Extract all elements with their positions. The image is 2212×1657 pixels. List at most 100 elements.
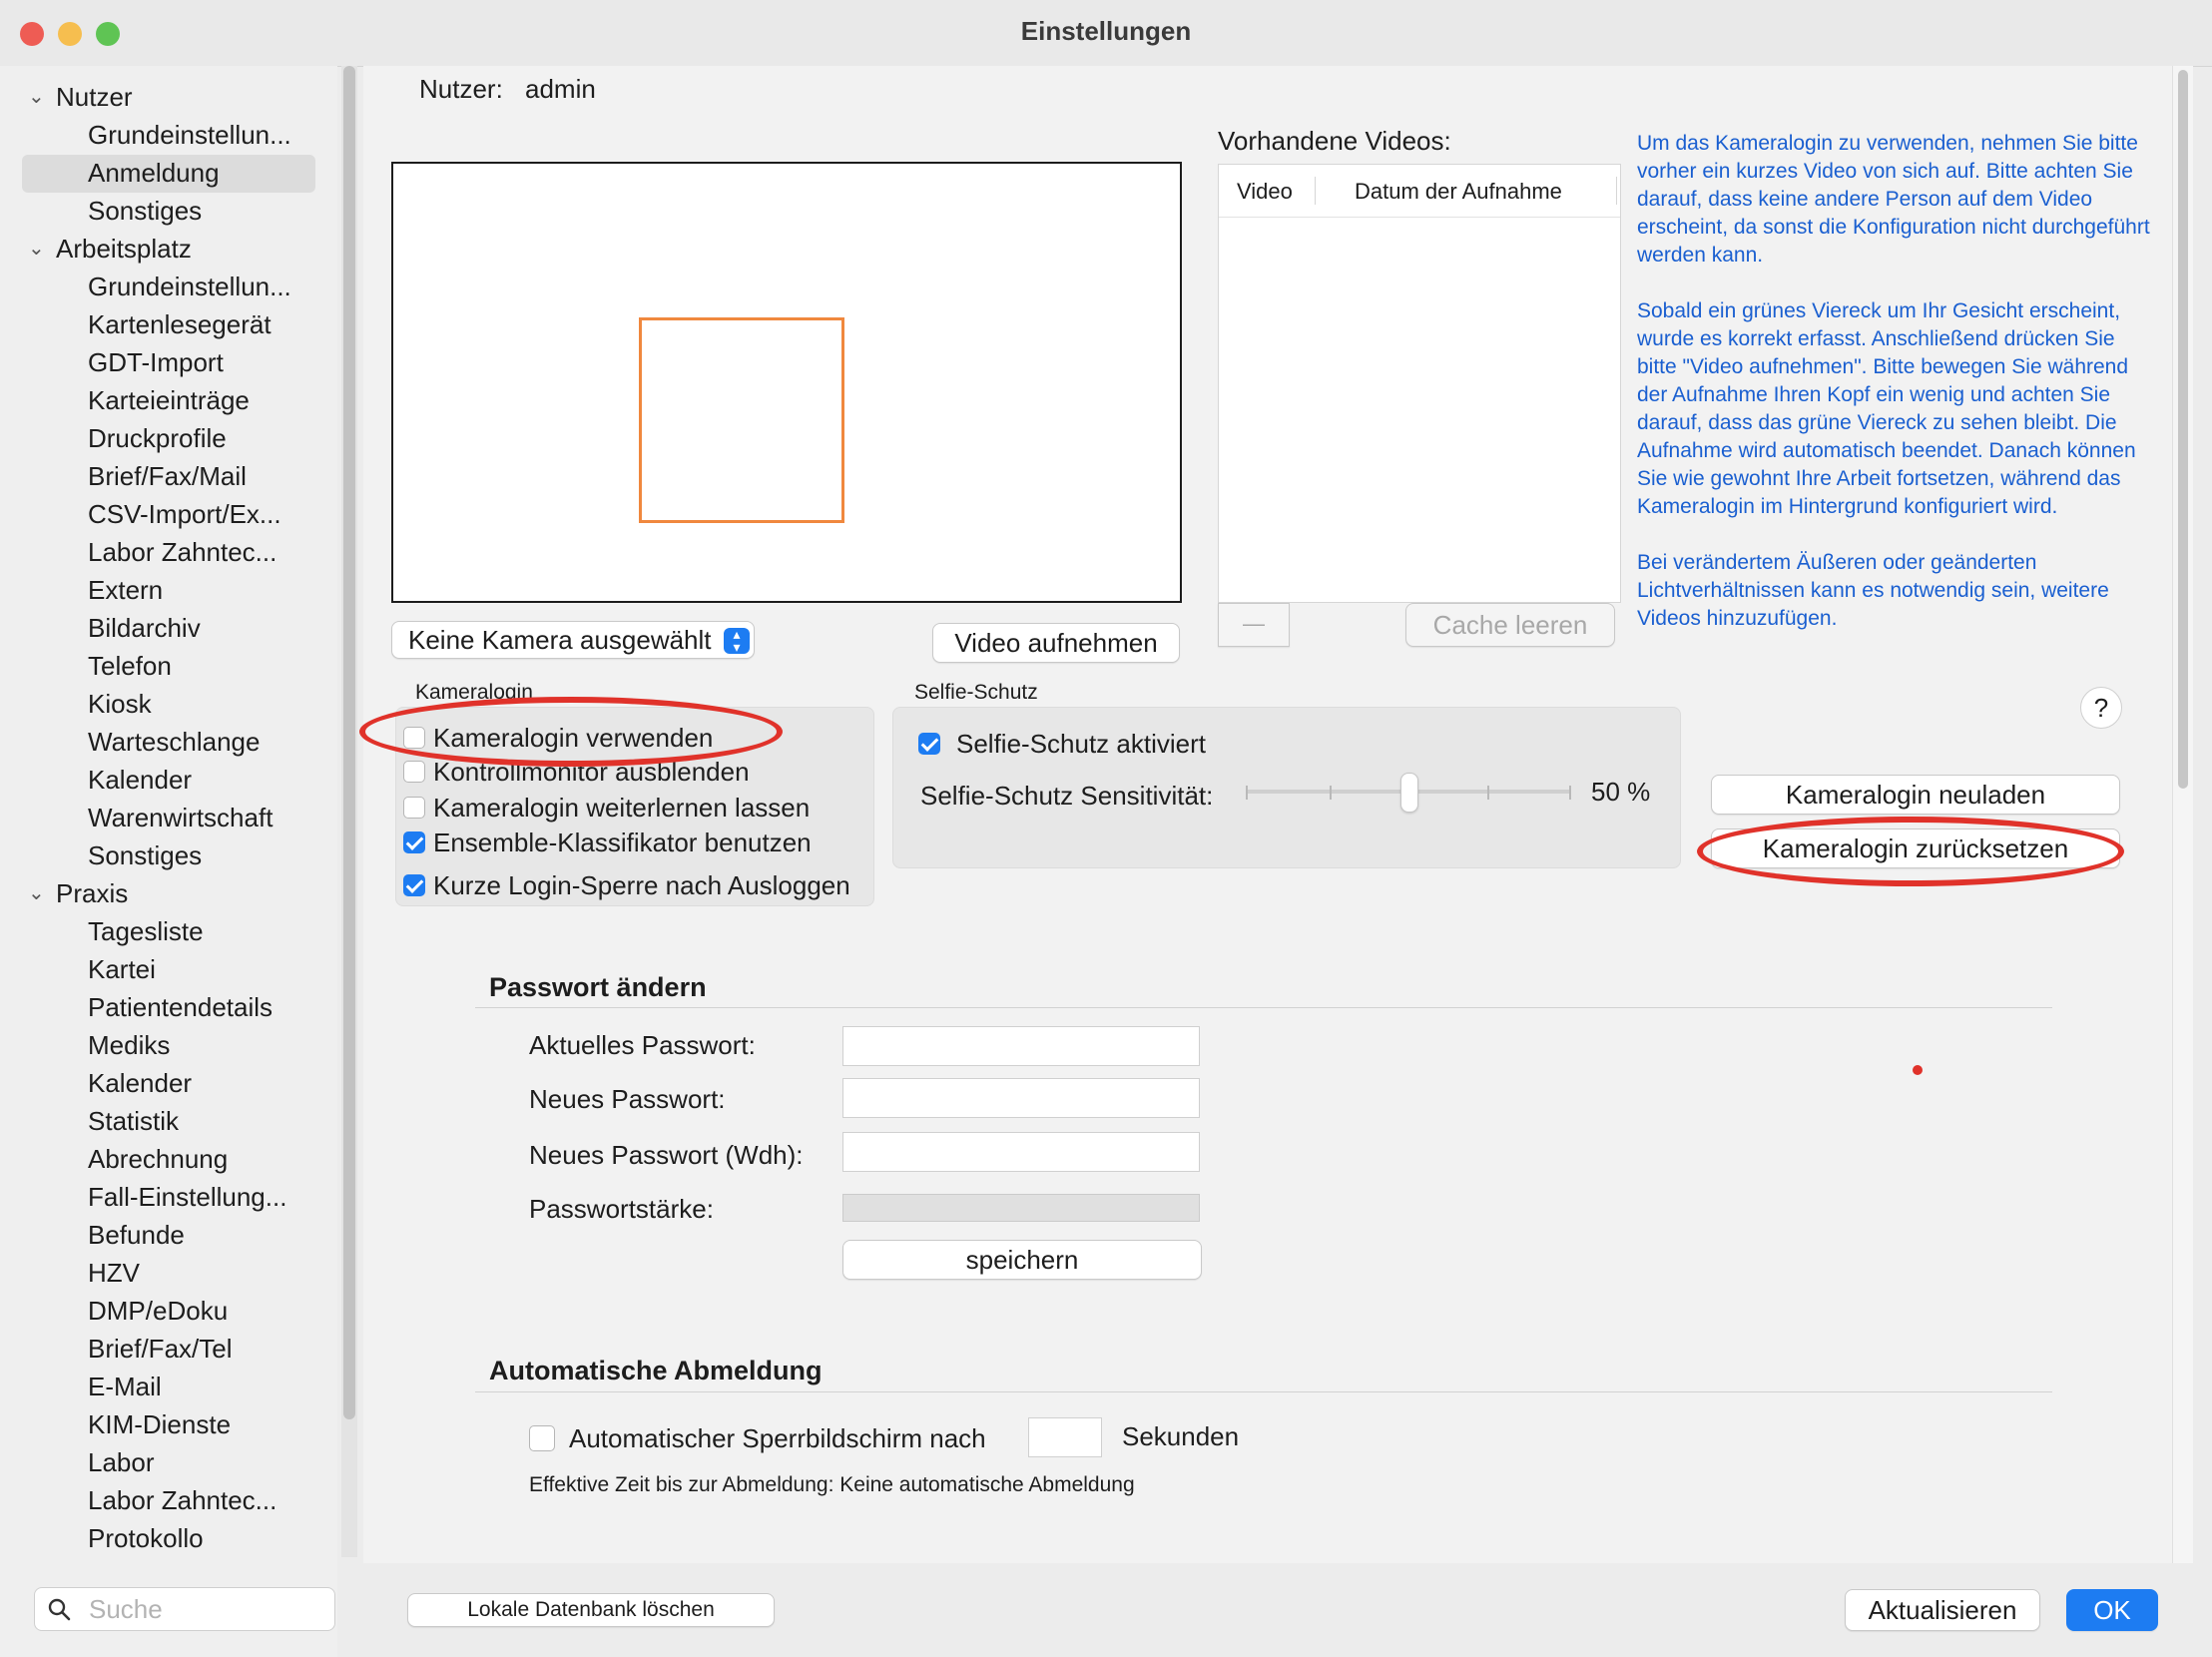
kameralogin-option-label: Kurze Login-Sperre nach Ausloggen [433, 870, 850, 900]
chevron-down-icon[interactable]: ⌄ [28, 236, 45, 261]
content-scrollbar-thumb[interactable] [2178, 70, 2188, 789]
sidebar-item[interactable]: Grundeinstellun... [88, 120, 291, 151]
sidebar-item[interactable]: Extern [88, 575, 163, 606]
kameralogin-option-checkbox[interactable] [403, 761, 425, 783]
record-video-button[interactable]: Video aufnehmen [932, 623, 1180, 663]
videos-table[interactable]: Video Datum der Aufnahme [1218, 164, 1621, 603]
sidebar-item[interactable]: Kalender [88, 765, 192, 796]
sidebar-section[interactable]: Arbeitsplatz [56, 234, 192, 265]
password-strength-bar [842, 1194, 1200, 1222]
auto-lock-checkbox[interactable] [529, 1425, 555, 1451]
sidebar-item[interactable]: Tagesliste [88, 916, 204, 947]
reload-kameralogin-button[interactable]: Kameralogin neuladen [1711, 775, 2120, 815]
sidebar-item[interactable]: Statistik [88, 1106, 179, 1137]
delete-local-db-button[interactable]: Lokale Datenbank löschen [407, 1593, 775, 1627]
selfie-enabled-label: Selfie-Schutz aktiviert [956, 729, 1206, 759]
sidebar-scrollbar-thumb[interactable] [343, 66, 355, 1419]
sidebar-section[interactable]: Praxis [56, 878, 128, 909]
camera-preview [391, 162, 1182, 603]
sidebar-item[interactable]: Kartei [88, 954, 156, 985]
sidebar-item[interactable]: DMP/eDoku [88, 1296, 228, 1327]
instructions-paragraph: Bei verändertem Äußeren oder geänderten … [1637, 551, 2109, 630]
password-section-title: Passwort ändern [489, 972, 707, 1002]
kameralogin-option-checkbox[interactable] [403, 831, 425, 853]
camera-select[interactable]: Keine Kamera ausgewählt ▴ ▾ [391, 621, 755, 659]
sidebar-item[interactable]: Labor [88, 1447, 155, 1478]
camera-select-value: Keine Kamera ausgewählt [408, 625, 712, 655]
sidebar-item[interactable]: Abrechnung [88, 1144, 228, 1175]
sidebar-item[interactable]: Warenwirtschaft [88, 803, 273, 833]
save-password-button[interactable]: speichern [842, 1240, 1202, 1280]
column-divider [1315, 177, 1316, 205]
selfie-sensitivity-label: Selfie-Schutz Sensitivität: [920, 781, 1214, 811]
chevron-down-icon[interactable]: ⌄ [28, 84, 45, 109]
sidebar-item[interactable]: Befunde [88, 1220, 185, 1251]
selfie-group-title: Selfie-Schutz [914, 681, 1038, 704]
sidebar-item[interactable]: Mediks [88, 1030, 170, 1061]
sidebar-section[interactable]: Nutzer [56, 82, 133, 113]
videos-title: Vorhandene Videos: [1218, 126, 1451, 156]
annotation-circle [1697, 817, 2124, 886]
slider-tick [1487, 786, 1489, 800]
sidebar-item[interactable]: Karteieinträge [88, 385, 250, 416]
sidebar-item[interactable]: CSV-Import/Ex... [88, 499, 281, 530]
sidebar-item[interactable]: Sonstiges [88, 840, 202, 871]
new-password-label: Neues Passwort: [529, 1084, 726, 1114]
column-divider [1616, 177, 1617, 205]
kameralogin-option-label: Ensemble-Klassifikator benutzen [433, 828, 812, 857]
sidebar-item[interactable]: Anmeldung [88, 158, 220, 189]
column-header-date[interactable]: Datum der Aufnahme [1355, 179, 1562, 205]
selfie-sensitivity-knob[interactable] [1400, 773, 1418, 813]
sidebar-item[interactable]: Brief/Fax/Tel [88, 1334, 233, 1365]
slider-tick [1569, 786, 1571, 800]
sidebar-item[interactable]: Brief/Fax/Mail [88, 461, 247, 492]
sidebar-item[interactable]: Labor Zahntec... [88, 1485, 276, 1516]
sidebar-item[interactable]: Patientendetails [88, 992, 273, 1023]
sidebar-search-field[interactable]: Suche [34, 1587, 335, 1631]
sidebar-item[interactable]: E-Mail [88, 1372, 162, 1402]
auto-lock-effective-time: Effektive Zeit bis zur Abmeldung: Keine … [529, 1473, 1135, 1496]
auto-lock-unit: Sekunden [1122, 1421, 1240, 1451]
refresh-button[interactable]: Aktualisieren [1845, 1589, 2040, 1631]
sidebar-item[interactable]: Grundeinstellun... [88, 272, 291, 302]
annotation-circle [359, 697, 783, 767]
remove-video-button[interactable]: — [1218, 603, 1290, 647]
sidebar-item[interactable]: Protokollo [88, 1523, 204, 1554]
sidebar-item[interactable]: Kalender [88, 1068, 192, 1099]
sidebar-item[interactable]: Kartenlesegerät [88, 309, 272, 340]
repeat-password-label: Neues Passwort (Wdh): [529, 1140, 804, 1170]
clear-cache-button[interactable]: Cache leeren [1405, 603, 1615, 647]
new-password-field[interactable] [842, 1078, 1200, 1118]
current-password-label: Aktuelles Passwort: [529, 1030, 756, 1060]
chevron-down-icon[interactable]: ⌄ [28, 880, 45, 905]
kameralogin-option-checkbox[interactable] [403, 874, 425, 896]
user-label: Nutzer: [419, 74, 503, 104]
selfie-sensitivity-value: 50 % [1591, 777, 1651, 807]
section-divider [475, 1391, 2052, 1392]
help-button[interactable]: ? [2080, 687, 2122, 729]
sidebar-item[interactable]: Telefon [88, 651, 172, 682]
ok-button[interactable]: OK [2066, 1589, 2158, 1631]
sidebar-item[interactable]: Bildarchiv [88, 613, 201, 644]
sidebar-item[interactable]: Labor Zahntec... [88, 537, 276, 568]
auto-logout-section-title: Automatische Abmeldung [489, 1356, 823, 1385]
sidebar-item[interactable]: KIM-Dienste [88, 1409, 231, 1440]
sidebar-item[interactable]: GDT-Import [88, 347, 224, 378]
auto-lock-seconds-field[interactable] [1028, 1417, 1102, 1457]
sidebar-item[interactable]: Druckprofile [88, 423, 227, 454]
sidebar-item[interactable]: Fall-Einstellung... [88, 1182, 286, 1213]
annotation-dot [1913, 1065, 1923, 1075]
window-title: Einstellungen [1020, 16, 1192, 46]
kameralogin-option-checkbox[interactable] [403, 797, 425, 819]
repeat-password-field[interactable] [842, 1132, 1200, 1172]
sidebar-item[interactable]: HZV [88, 1258, 140, 1289]
sidebar-item[interactable]: Kiosk [88, 689, 152, 720]
sidebar-item[interactable]: Sonstiges [88, 196, 202, 227]
user-value: admin [525, 74, 596, 104]
face-detection-box [639, 317, 844, 523]
current-password-field[interactable] [842, 1026, 1200, 1066]
selfie-enabled-checkbox[interactable] [918, 733, 940, 755]
sidebar-item[interactable]: Warteschlange [88, 727, 260, 758]
password-strength-label: Passwortstärke: [529, 1194, 714, 1224]
column-header-video[interactable]: Video [1237, 179, 1293, 205]
